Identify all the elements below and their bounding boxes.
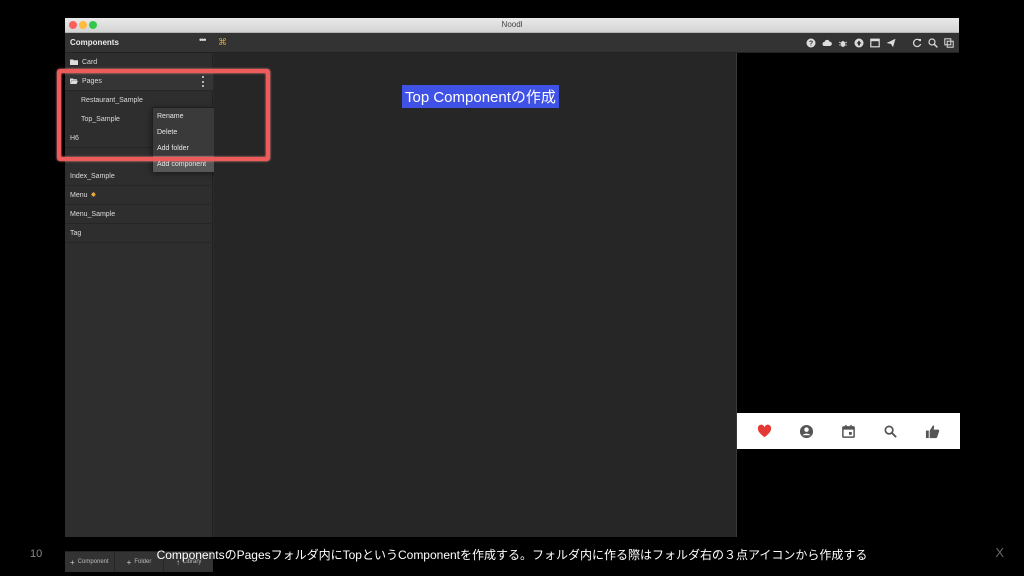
slide-annotation-label: Top Componentの作成	[402, 85, 559, 108]
sidebar-item-label: Card	[82, 58, 98, 66]
app-window: Noodl Components ••• ⌘ ? Card Pages Rest…	[57, 18, 960, 572]
search-icon[interactable]	[925, 36, 941, 50]
toolbar-icons: ?	[803, 36, 957, 50]
send-icon[interactable]	[883, 36, 899, 50]
sidebar-item-label: Tag	[70, 229, 82, 237]
slide: Noodl Components ••• ⌘ ? Card Pages Rest…	[0, 0, 1024, 576]
node-canvas[interactable]: Top Componentの作成	[214, 53, 736, 537]
close-mark[interactable]: X	[995, 545, 1004, 560]
toolbar-spacer	[899, 36, 909, 50]
heart-icon[interactable]	[756, 423, 772, 439]
app-preview	[736, 53, 960, 537]
refresh-icon[interactable]	[909, 36, 925, 50]
sidebar-item-label: Index_Sample	[70, 172, 115, 180]
account-icon[interactable]	[798, 423, 814, 439]
highlight-box	[57, 69, 270, 161]
bottom-tab-bar	[737, 413, 960, 449]
sidebar-item-label: Menu_Sample	[70, 210, 116, 218]
window-title: Noodl	[501, 20, 523, 29]
bug-icon[interactable]	[835, 36, 851, 50]
title-bar: Noodl	[65, 18, 959, 33]
cloud-icon[interactable]	[819, 36, 835, 50]
home-star-icon: ✸	[90, 192, 97, 199]
folder-icon	[70, 59, 78, 65]
help-icon[interactable]: ?	[803, 36, 819, 50]
sidebar-item-tag[interactable]: Tag	[65, 224, 213, 243]
search-icon[interactable]	[883, 423, 899, 439]
upload-icon[interactable]	[851, 36, 867, 50]
window-icon[interactable]	[867, 36, 883, 50]
sidebar-item-menu[interactable]: Menu ✸	[65, 186, 213, 205]
frames-icon[interactable]	[941, 36, 957, 50]
sidebar-item-menu-sample[interactable]: Menu_Sample	[65, 205, 213, 224]
components-panel-title: Components	[70, 38, 119, 47]
panel-more-button[interactable]: •••	[199, 35, 207, 45]
slide-caption: ComponentsのPagesフォルダ内にTopというComponentを作成…	[156, 548, 868, 562]
toolbar: Components ••• ⌘ ?	[65, 33, 959, 53]
calendar-icon[interactable]	[840, 423, 856, 439]
sidebar-item-label: Menu	[70, 191, 88, 199]
pin-icon[interactable]: ⌘	[218, 37, 227, 48]
svg-text:?: ?	[809, 41, 813, 48]
thumbs-up-icon[interactable]	[925, 423, 941, 439]
